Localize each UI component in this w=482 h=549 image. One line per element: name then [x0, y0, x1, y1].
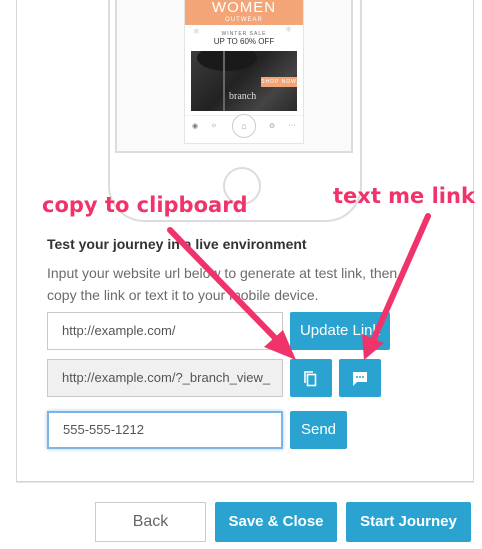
- copy-arrow: [167, 227, 296, 360]
- text-arrow: [362, 213, 431, 360]
- annotation-arrows: [167, 213, 431, 360]
